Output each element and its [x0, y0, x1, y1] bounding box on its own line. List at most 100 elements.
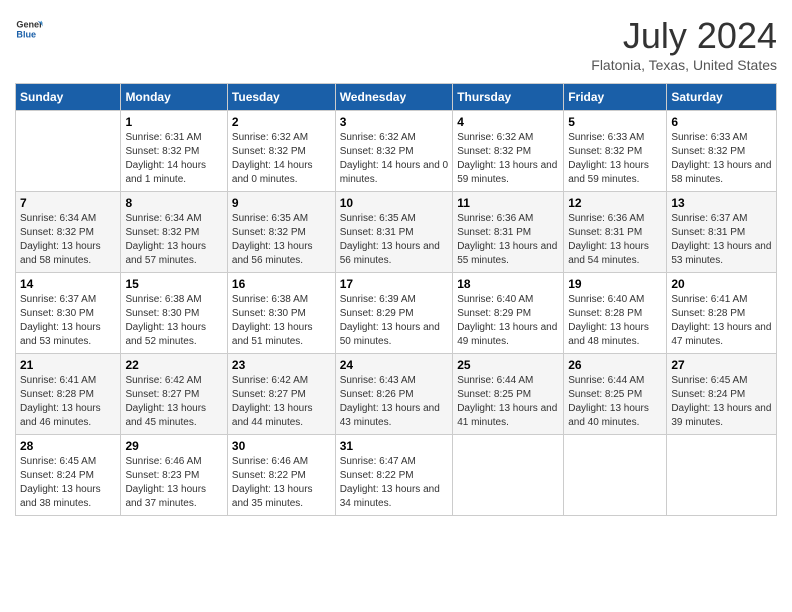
day-number: 6 — [671, 115, 772, 129]
calendar-cell: 22 Sunrise: 6:42 AM Sunset: 8:27 PM Dayl… — [121, 354, 227, 435]
day-number: 17 — [340, 277, 449, 291]
day-info: Sunrise: 6:44 AM Sunset: 8:25 PM Dayligh… — [457, 374, 559, 430]
day-number: 4 — [457, 115, 559, 129]
day-number: 15 — [125, 277, 222, 291]
day-number: 28 — [20, 439, 116, 453]
logo: General Blue — [15, 15, 43, 43]
day-info: Sunrise: 6:40 AM Sunset: 8:29 PM Dayligh… — [457, 293, 559, 349]
day-number: 19 — [568, 277, 662, 291]
col-sunday: Sunday — [16, 84, 121, 111]
calendar-cell — [453, 435, 564, 516]
calendar-cell: 3 Sunrise: 6:32 AM Sunset: 8:32 PM Dayli… — [335, 111, 453, 192]
calendar-cell: 12 Sunrise: 6:36 AM Sunset: 8:31 PM Dayl… — [564, 192, 667, 273]
calendar-week-row: 28 Sunrise: 6:45 AM Sunset: 8:24 PM Dayl… — [16, 435, 777, 516]
calendar-table: Sunday Monday Tuesday Wednesday Thursday… — [15, 83, 777, 516]
calendar-cell — [16, 111, 121, 192]
svg-text:General: General — [16, 20, 43, 30]
day-number: 31 — [340, 439, 449, 453]
col-thursday: Thursday — [453, 84, 564, 111]
title-area: July 2024 Flatonia, Texas, United States — [591, 15, 777, 73]
calendar-cell: 11 Sunrise: 6:36 AM Sunset: 8:31 PM Dayl… — [453, 192, 564, 273]
day-number: 18 — [457, 277, 559, 291]
day-info: Sunrise: 6:39 AM Sunset: 8:29 PM Dayligh… — [340, 293, 449, 349]
calendar-cell — [564, 435, 667, 516]
day-number: 24 — [340, 358, 449, 372]
calendar-cell: 28 Sunrise: 6:45 AM Sunset: 8:24 PM Dayl… — [16, 435, 121, 516]
day-info: Sunrise: 6:32 AM Sunset: 8:32 PM Dayligh… — [340, 131, 449, 187]
calendar-cell: 7 Sunrise: 6:34 AM Sunset: 8:32 PM Dayli… — [16, 192, 121, 273]
calendar-cell: 23 Sunrise: 6:42 AM Sunset: 8:27 PM Dayl… — [227, 354, 335, 435]
day-info: Sunrise: 6:41 AM Sunset: 8:28 PM Dayligh… — [20, 374, 116, 430]
day-number: 9 — [232, 196, 331, 210]
day-number: 11 — [457, 196, 559, 210]
calendar-cell: 9 Sunrise: 6:35 AM Sunset: 8:32 PM Dayli… — [227, 192, 335, 273]
day-number: 25 — [457, 358, 559, 372]
calendar-cell: 29 Sunrise: 6:46 AM Sunset: 8:23 PM Dayl… — [121, 435, 227, 516]
calendar-cell: 2 Sunrise: 6:32 AM Sunset: 8:32 PM Dayli… — [227, 111, 335, 192]
calendar-week-row: 21 Sunrise: 6:41 AM Sunset: 8:28 PM Dayl… — [16, 354, 777, 435]
calendar-cell: 26 Sunrise: 6:44 AM Sunset: 8:25 PM Dayl… — [564, 354, 667, 435]
svg-text:Blue: Blue — [16, 29, 36, 39]
day-number: 7 — [20, 196, 116, 210]
day-info: Sunrise: 6:42 AM Sunset: 8:27 PM Dayligh… — [125, 374, 222, 430]
calendar-cell: 8 Sunrise: 6:34 AM Sunset: 8:32 PM Dayli… — [121, 192, 227, 273]
day-info: Sunrise: 6:36 AM Sunset: 8:31 PM Dayligh… — [568, 212, 662, 268]
calendar-header: Sunday Monday Tuesday Wednesday Thursday… — [16, 84, 777, 111]
day-number: 20 — [671, 277, 772, 291]
day-number: 8 — [125, 196, 222, 210]
day-info: Sunrise: 6:37 AM Sunset: 8:30 PM Dayligh… — [20, 293, 116, 349]
month-year-title: July 2024 — [591, 15, 777, 57]
day-number: 29 — [125, 439, 222, 453]
calendar-cell: 25 Sunrise: 6:44 AM Sunset: 8:25 PM Dayl… — [453, 354, 564, 435]
day-info: Sunrise: 6:45 AM Sunset: 8:24 PM Dayligh… — [20, 455, 116, 511]
calendar-cell — [667, 435, 777, 516]
day-number: 14 — [20, 277, 116, 291]
calendar-week-row: 14 Sunrise: 6:37 AM Sunset: 8:30 PM Dayl… — [16, 273, 777, 354]
day-number: 16 — [232, 277, 331, 291]
day-info: Sunrise: 6:45 AM Sunset: 8:24 PM Dayligh… — [671, 374, 772, 430]
calendar-cell: 17 Sunrise: 6:39 AM Sunset: 8:29 PM Dayl… — [335, 273, 453, 354]
day-number: 10 — [340, 196, 449, 210]
day-number: 12 — [568, 196, 662, 210]
day-number: 1 — [125, 115, 222, 129]
day-info: Sunrise: 6:35 AM Sunset: 8:32 PM Dayligh… — [232, 212, 331, 268]
day-info: Sunrise: 6:46 AM Sunset: 8:22 PM Dayligh… — [232, 455, 331, 511]
logo-icon: General Blue — [15, 15, 43, 43]
day-info: Sunrise: 6:34 AM Sunset: 8:32 PM Dayligh… — [125, 212, 222, 268]
day-number: 27 — [671, 358, 772, 372]
calendar-cell: 14 Sunrise: 6:37 AM Sunset: 8:30 PM Dayl… — [16, 273, 121, 354]
calendar-cell: 13 Sunrise: 6:37 AM Sunset: 8:31 PM Dayl… — [667, 192, 777, 273]
calendar-body: 1 Sunrise: 6:31 AM Sunset: 8:32 PM Dayli… — [16, 111, 777, 516]
calendar-cell: 18 Sunrise: 6:40 AM Sunset: 8:29 PM Dayl… — [453, 273, 564, 354]
calendar-week-row: 7 Sunrise: 6:34 AM Sunset: 8:32 PM Dayli… — [16, 192, 777, 273]
calendar-cell: 19 Sunrise: 6:40 AM Sunset: 8:28 PM Dayl… — [564, 273, 667, 354]
location-subtitle: Flatonia, Texas, United States — [591, 57, 777, 73]
day-info: Sunrise: 6:32 AM Sunset: 8:32 PM Dayligh… — [232, 131, 331, 187]
col-friday: Friday — [564, 84, 667, 111]
col-tuesday: Tuesday — [227, 84, 335, 111]
day-number: 5 — [568, 115, 662, 129]
day-number: 3 — [340, 115, 449, 129]
calendar-cell: 10 Sunrise: 6:35 AM Sunset: 8:31 PM Dayl… — [335, 192, 453, 273]
calendar-cell: 16 Sunrise: 6:38 AM Sunset: 8:30 PM Dayl… — [227, 273, 335, 354]
calendar-week-row: 1 Sunrise: 6:31 AM Sunset: 8:32 PM Dayli… — [16, 111, 777, 192]
calendar-cell: 21 Sunrise: 6:41 AM Sunset: 8:28 PM Dayl… — [16, 354, 121, 435]
col-saturday: Saturday — [667, 84, 777, 111]
day-info: Sunrise: 6:40 AM Sunset: 8:28 PM Dayligh… — [568, 293, 662, 349]
day-info: Sunrise: 6:33 AM Sunset: 8:32 PM Dayligh… — [671, 131, 772, 187]
day-info: Sunrise: 6:34 AM Sunset: 8:32 PM Dayligh… — [20, 212, 116, 268]
day-info: Sunrise: 6:38 AM Sunset: 8:30 PM Dayligh… — [125, 293, 222, 349]
day-info: Sunrise: 6:43 AM Sunset: 8:26 PM Dayligh… — [340, 374, 449, 430]
day-number: 23 — [232, 358, 331, 372]
day-number: 30 — [232, 439, 331, 453]
day-info: Sunrise: 6:33 AM Sunset: 8:32 PM Dayligh… — [568, 131, 662, 187]
calendar-cell: 5 Sunrise: 6:33 AM Sunset: 8:32 PM Dayli… — [564, 111, 667, 192]
day-info: Sunrise: 6:41 AM Sunset: 8:28 PM Dayligh… — [671, 293, 772, 349]
day-info: Sunrise: 6:38 AM Sunset: 8:30 PM Dayligh… — [232, 293, 331, 349]
col-wednesday: Wednesday — [335, 84, 453, 111]
calendar-cell: 31 Sunrise: 6:47 AM Sunset: 8:22 PM Dayl… — [335, 435, 453, 516]
day-info: Sunrise: 6:42 AM Sunset: 8:27 PM Dayligh… — [232, 374, 331, 430]
day-info: Sunrise: 6:37 AM Sunset: 8:31 PM Dayligh… — [671, 212, 772, 268]
day-number: 22 — [125, 358, 222, 372]
calendar-cell: 30 Sunrise: 6:46 AM Sunset: 8:22 PM Dayl… — [227, 435, 335, 516]
